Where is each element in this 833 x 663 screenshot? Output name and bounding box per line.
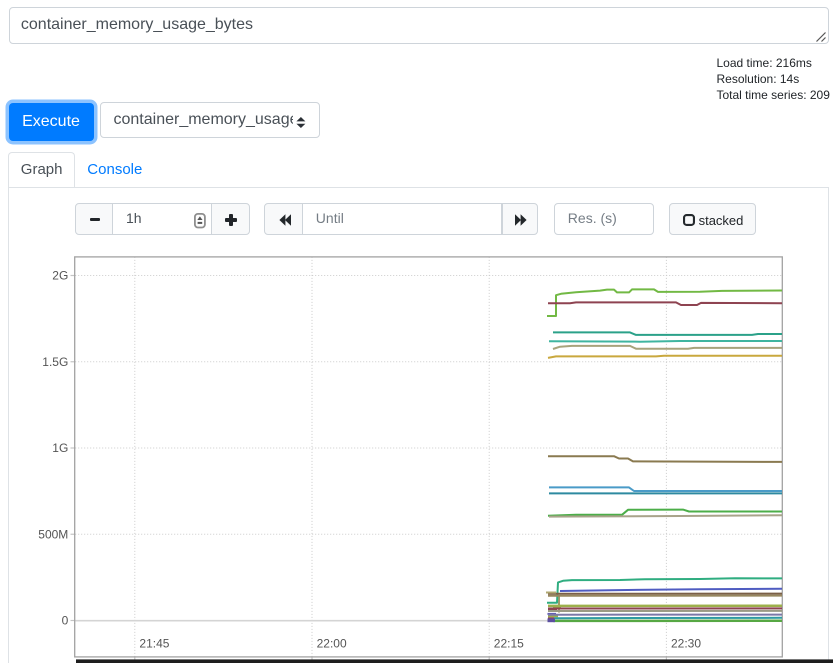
svg-text:0: 0 (62, 614, 69, 628)
svg-text:21:45: 21:45 (139, 637, 169, 651)
svg-text:1.5G: 1.5G (42, 355, 68, 369)
svg-text:1G: 1G (52, 441, 68, 455)
svg-text:22:30: 22:30 (671, 637, 701, 651)
svg-text:500M: 500M (38, 527, 68, 541)
svg-text:22:15: 22:15 (494, 637, 524, 651)
svg-text:22:00: 22:00 (317, 637, 347, 651)
svg-text:2G: 2G (52, 269, 68, 283)
